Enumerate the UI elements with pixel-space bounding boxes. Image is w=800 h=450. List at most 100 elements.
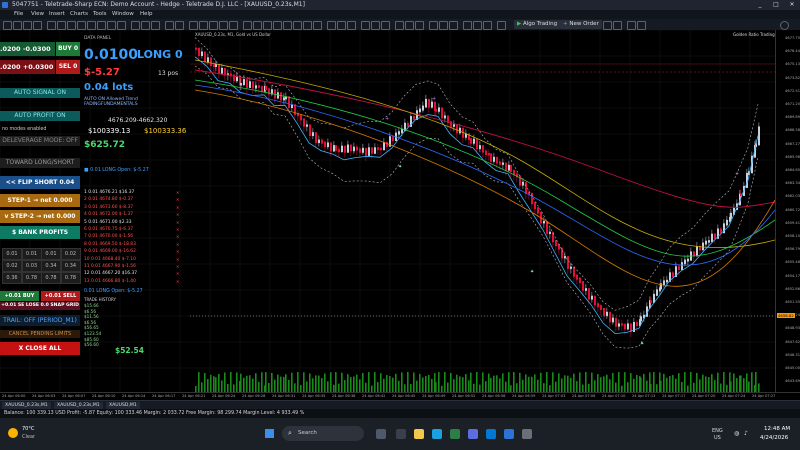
taskbar-search[interactable]: ⌕ Search	[282, 426, 364, 441]
close-order-icon[interactable]: ✕	[176, 234, 179, 239]
tab-chart-3[interactable]: XAUUSD,M1	[106, 402, 140, 409]
templates-icon[interactable]	[243, 21, 252, 30]
lot-grid-cell[interactable]: 0.34	[60, 260, 81, 272]
volume-icon[interactable]: ♪	[744, 430, 748, 437]
candle-chart-icon[interactable]	[141, 21, 150, 30]
text-icon[interactable]	[117, 21, 126, 30]
task-view-icon[interactable]	[376, 429, 386, 439]
order-row[interactable]: 7 0.01 4670.00 $-1.56	[84, 234, 133, 239]
network-icon[interactable]: ◍	[734, 430, 739, 437]
close-order-icon[interactable]: ✕	[176, 205, 179, 210]
edge-icon[interactable]	[432, 429, 442, 439]
order-row[interactable]: 3 0.01 4673.60 $-8.37	[84, 205, 133, 210]
vps-icon[interactable]	[449, 21, 458, 30]
screenshot-icon[interactable]	[395, 21, 404, 30]
close-window-button[interactable]: ✕	[784, 0, 800, 10]
close-order-icon[interactable]: ✕	[176, 271, 179, 276]
alerts-icon[interactable]	[313, 21, 322, 30]
minimize-button[interactable]: _	[752, 0, 768, 10]
sell-arrow-icon[interactable]	[613, 21, 622, 30]
chart-properties-icon[interactable]	[371, 21, 380, 30]
zoom-in-icon[interactable]	[165, 21, 174, 30]
trail-toggle[interactable]: TRAIL: OFF (PERIOD_M1)	[0, 315, 80, 326]
sell-zero-button[interactable]: SEL 0	[56, 60, 80, 74]
close-order-icon[interactable]: ✕	[176, 264, 179, 269]
menu-window[interactable]: Window	[112, 10, 134, 19]
widgets-icon[interactable]	[396, 429, 406, 439]
lot-grid-cell[interactable]: 0.78	[21, 272, 42, 284]
teams-icon[interactable]	[468, 429, 478, 439]
flip-short-button[interactable]: << FLIP SHORT 0.04	[0, 176, 80, 189]
weather-icon[interactable]	[8, 428, 18, 438]
fibonacci-icon[interactable]	[107, 21, 116, 30]
close-order-icon[interactable]: ✕	[176, 220, 179, 225]
file-explorer-icon[interactable]	[414, 429, 424, 439]
tile-windows-icon[interactable]	[189, 21, 198, 30]
close-order-icon[interactable]: ✕	[176, 242, 179, 247]
lot-grid-cell[interactable]: 0.03	[21, 260, 42, 272]
auto-profit-toggle[interactable]: AUTO PROFIT ON	[0, 111, 80, 121]
vertical-line-icon[interactable]	[67, 21, 76, 30]
navigator-icon[interactable]	[33, 21, 42, 30]
algo-trading-button[interactable]: ▶ Algo Trading	[514, 20, 561, 29]
help-icon[interactable]	[497, 21, 506, 30]
store-icon[interactable]	[486, 429, 496, 439]
new-chart-icon[interactable]	[3, 21, 12, 30]
order-row[interactable]: 2 0.01 4674.80 $-0.37	[84, 197, 133, 202]
journal-icon[interactable]	[337, 21, 346, 30]
save-icon[interactable]	[405, 21, 414, 30]
add-sell-button[interactable]: +0.01 SELL	[41, 291, 80, 301]
print-icon[interactable]	[381, 21, 390, 30]
windows-list-icon[interactable]	[637, 21, 646, 30]
cursor-icon[interactable]	[47, 21, 56, 30]
language-indicator[interactable]: ENG	[712, 428, 723, 434]
one-click-trade-icon[interactable]	[361, 21, 370, 30]
menu-insert[interactable]: Insert	[49, 10, 65, 19]
buy-arrow-icon[interactable]	[603, 21, 612, 30]
toward-long-short-button[interactable]: TOWARD LONG/SHORT	[0, 158, 80, 168]
depth-of-market-icon[interactable]	[303, 21, 312, 30]
zoom-out-icon[interactable]	[175, 21, 184, 30]
new-order-button[interactable]: + New Order	[560, 20, 602, 29]
menu-file[interactable]: File	[14, 10, 23, 19]
lot-grid-cell[interactable]: 0.36	[2, 272, 22, 284]
calendar-icon[interactable]	[473, 21, 482, 30]
cascade-icon[interactable]	[627, 21, 636, 30]
close-all-button[interactable]: X CLOSE ALL	[0, 342, 80, 355]
deleverage-toggle[interactable]: DELEVERAGE MODE: OFF	[0, 136, 80, 146]
order-row[interactable]: 11 0.01 4667.90 $-1.56	[84, 264, 136, 269]
lot-grid-cell[interactable]: 0.78	[41, 272, 61, 284]
metatrader-icon[interactable]	[504, 429, 514, 439]
autoscroll-icon[interactable]	[199, 21, 208, 30]
close-order-icon[interactable]: ✕	[176, 197, 179, 202]
maximize-button[interactable]: □	[768, 0, 784, 10]
community-icon[interactable]	[463, 21, 472, 30]
lot-grid-cell[interactable]: 0.02	[2, 260, 22, 272]
news-icon[interactable]	[347, 21, 356, 30]
strategy-icon[interactable]	[327, 21, 336, 30]
cancel-pending-button[interactable]: CANCEL PENDING LIMITS	[0, 330, 80, 338]
line-chart-icon[interactable]	[151, 21, 160, 30]
signals-icon[interactable]	[429, 21, 438, 30]
lot-grid-cell[interactable]: 0.34	[41, 260, 61, 272]
market-watch-icon[interactable]	[23, 21, 32, 30]
tab-chart-1[interactable]: XAUUSD_0.23s,M1	[2, 402, 51, 409]
order-row[interactable]: 8 0.01 4669.50 $-18.83	[84, 242, 136, 247]
terminal-icon[interactable]	[283, 21, 292, 30]
bank-profits-button[interactable]: $ BANK PROFITS	[0, 226, 80, 239]
trendline-icon[interactable]	[87, 21, 96, 30]
close-order-icon[interactable]: ✕	[176, 279, 179, 284]
objects-icon[interactable]	[253, 21, 262, 30]
order-row[interactable]: 10 0.01 4668.40 $-7.10	[84, 257, 136, 262]
order-row[interactable]: 5 0.01 4671.00 $2.33	[84, 220, 131, 225]
account-icon[interactable]	[780, 21, 789, 30]
order-row[interactable]: 13 0.01 4666.80 $-1.40	[84, 279, 136, 284]
history-icon[interactable]	[415, 21, 424, 30]
auto-signal-toggle[interactable]: AUTO SIGNAL ON	[0, 88, 80, 98]
crosshair-icon[interactable]	[57, 21, 66, 30]
lot-grid-cell[interactable]: 0.01	[2, 248, 22, 260]
settings-icon[interactable]	[483, 21, 492, 30]
order-row[interactable]: 1 0.01 4676.21 $16.37	[84, 190, 134, 195]
menu-view[interactable]: View	[31, 10, 44, 19]
lot-grid-cell[interactable]: 0.78	[60, 272, 81, 284]
